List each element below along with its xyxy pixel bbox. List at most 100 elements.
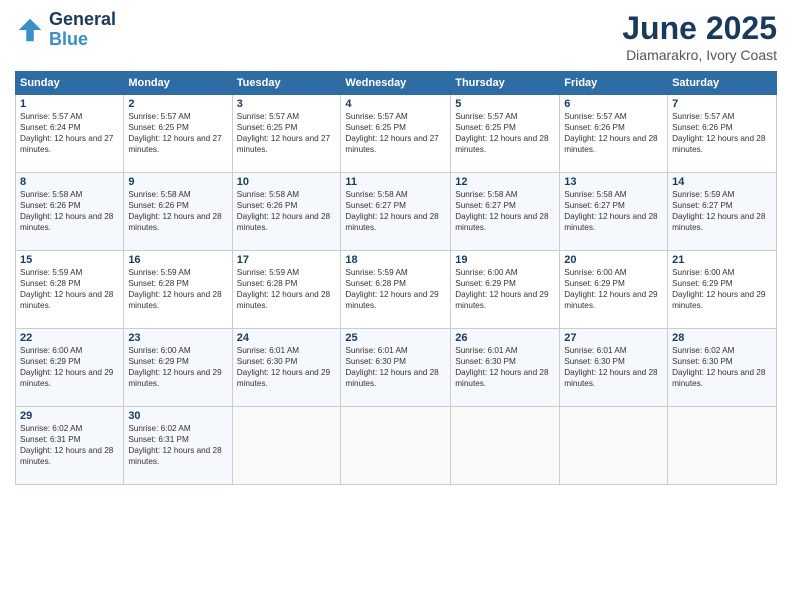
day-info: Sunrise: 5:59 AM Sunset: 6:28 PM Dayligh… xyxy=(20,267,119,311)
location: Diamarakro, Ivory Coast xyxy=(622,47,777,63)
day-number: 28 xyxy=(672,332,772,344)
day-cell-12: 12 Sunrise: 5:58 AM Sunset: 6:27 PM Dayl… xyxy=(451,173,560,251)
day-number: 8 xyxy=(20,176,119,188)
day-number: 6 xyxy=(564,98,663,110)
day-info: Sunrise: 6:00 AM Sunset: 6:29 PM Dayligh… xyxy=(128,345,227,389)
day-number: 9 xyxy=(128,176,227,188)
calendar-row-2: 8 Sunrise: 5:58 AM Sunset: 6:26 PM Dayli… xyxy=(16,173,777,251)
logo-text: General Blue xyxy=(49,10,116,50)
day-info: Sunrise: 6:00 AM Sunset: 6:29 PM Dayligh… xyxy=(564,267,663,311)
day-cell-22: 22 Sunrise: 6:00 AM Sunset: 6:29 PM Dayl… xyxy=(16,329,124,407)
day-number: 20 xyxy=(564,254,663,266)
day-cell-29: 29 Sunrise: 6:02 AM Sunset: 6:31 PM Dayl… xyxy=(16,407,124,485)
day-number: 7 xyxy=(672,98,772,110)
day-cell-8: 8 Sunrise: 5:58 AM Sunset: 6:26 PM Dayli… xyxy=(16,173,124,251)
day-info: Sunrise: 5:57 AM Sunset: 6:25 PM Dayligh… xyxy=(128,111,227,155)
day-number: 11 xyxy=(345,176,446,188)
day-number: 16 xyxy=(128,254,227,266)
day-info: Sunrise: 5:57 AM Sunset: 6:24 PM Dayligh… xyxy=(20,111,119,155)
day-cell-28: 28 Sunrise: 6:02 AM Sunset: 6:30 PM Dayl… xyxy=(668,329,777,407)
day-cell-25: 25 Sunrise: 6:01 AM Sunset: 6:30 PM Dayl… xyxy=(341,329,451,407)
day-cell-17: 17 Sunrise: 5:59 AM Sunset: 6:28 PM Dayl… xyxy=(232,251,341,329)
day-cell-9: 9 Sunrise: 5:58 AM Sunset: 6:26 PM Dayli… xyxy=(124,173,232,251)
empty-cell xyxy=(232,407,341,485)
day-cell-16: 16 Sunrise: 5:59 AM Sunset: 6:28 PM Dayl… xyxy=(124,251,232,329)
day-number: 29 xyxy=(20,410,119,422)
day-cell-27: 27 Sunrise: 6:01 AM Sunset: 6:30 PM Dayl… xyxy=(560,329,668,407)
day-number: 4 xyxy=(345,98,446,110)
day-number: 22 xyxy=(20,332,119,344)
day-info: Sunrise: 5:59 AM Sunset: 6:28 PM Dayligh… xyxy=(345,267,446,311)
day-cell-30: 30 Sunrise: 6:02 AM Sunset: 6:31 PM Dayl… xyxy=(124,407,232,485)
day-cell-21: 21 Sunrise: 6:00 AM Sunset: 6:29 PM Dayl… xyxy=(668,251,777,329)
day-cell-1: 1 Sunrise: 5:57 AM Sunset: 6:24 PM Dayli… xyxy=(16,95,124,173)
day-info: Sunrise: 5:58 AM Sunset: 6:27 PM Dayligh… xyxy=(345,189,446,233)
day-number: 12 xyxy=(455,176,555,188)
calendar-header-row: Sunday Monday Tuesday Wednesday Thursday… xyxy=(16,72,777,95)
calendar-row-4: 22 Sunrise: 6:00 AM Sunset: 6:29 PM Dayl… xyxy=(16,329,777,407)
day-info: Sunrise: 5:59 AM Sunset: 6:28 PM Dayligh… xyxy=(237,267,337,311)
day-cell-2: 2 Sunrise: 5:57 AM Sunset: 6:25 PM Dayli… xyxy=(124,95,232,173)
day-info: Sunrise: 5:57 AM Sunset: 6:25 PM Dayligh… xyxy=(345,111,446,155)
logo-icon xyxy=(15,15,45,45)
calendar-table: Sunday Monday Tuesday Wednesday Thursday… xyxy=(15,71,777,485)
day-number: 10 xyxy=(237,176,337,188)
empty-cell xyxy=(668,407,777,485)
day-cell-3: 3 Sunrise: 5:57 AM Sunset: 6:25 PM Dayli… xyxy=(232,95,341,173)
col-sunday: Sunday xyxy=(16,72,124,95)
col-tuesday: Tuesday xyxy=(232,72,341,95)
day-info: Sunrise: 5:58 AM Sunset: 6:27 PM Dayligh… xyxy=(455,189,555,233)
calendar-row-1: 1 Sunrise: 5:57 AM Sunset: 6:24 PM Dayli… xyxy=(16,95,777,173)
col-monday: Monday xyxy=(124,72,232,95)
day-number: 30 xyxy=(128,410,227,422)
day-cell-26: 26 Sunrise: 6:01 AM Sunset: 6:30 PM Dayl… xyxy=(451,329,560,407)
day-info: Sunrise: 6:01 AM Sunset: 6:30 PM Dayligh… xyxy=(564,345,663,389)
day-info: Sunrise: 6:00 AM Sunset: 6:29 PM Dayligh… xyxy=(672,267,772,311)
page: General Blue June 2025 Diamarakro, Ivory… xyxy=(0,0,792,612)
logo: General Blue xyxy=(15,10,116,50)
day-cell-19: 19 Sunrise: 6:00 AM Sunset: 6:29 PM Dayl… xyxy=(451,251,560,329)
empty-cell xyxy=(341,407,451,485)
calendar-row-3: 15 Sunrise: 5:59 AM Sunset: 6:28 PM Dayl… xyxy=(16,251,777,329)
title-section: June 2025 Diamarakro, Ivory Coast xyxy=(622,10,777,63)
calendar-row-5: 29 Sunrise: 6:02 AM Sunset: 6:31 PM Dayl… xyxy=(16,407,777,485)
col-friday: Friday xyxy=(560,72,668,95)
day-cell-6: 6 Sunrise: 5:57 AM Sunset: 6:26 PM Dayli… xyxy=(560,95,668,173)
day-cell-7: 7 Sunrise: 5:57 AM Sunset: 6:26 PM Dayli… xyxy=(668,95,777,173)
month-title: June 2025 xyxy=(622,10,777,47)
day-cell-23: 23 Sunrise: 6:00 AM Sunset: 6:29 PM Dayl… xyxy=(124,329,232,407)
col-saturday: Saturday xyxy=(668,72,777,95)
day-cell-11: 11 Sunrise: 5:58 AM Sunset: 6:27 PM Dayl… xyxy=(341,173,451,251)
day-number: 14 xyxy=(672,176,772,188)
day-cell-10: 10 Sunrise: 5:58 AM Sunset: 6:26 PM Dayl… xyxy=(232,173,341,251)
day-info: Sunrise: 5:57 AM Sunset: 6:26 PM Dayligh… xyxy=(672,111,772,155)
empty-cell xyxy=(560,407,668,485)
empty-cell xyxy=(451,407,560,485)
day-info: Sunrise: 5:58 AM Sunset: 6:27 PM Dayligh… xyxy=(564,189,663,233)
day-cell-15: 15 Sunrise: 5:59 AM Sunset: 6:28 PM Dayl… xyxy=(16,251,124,329)
day-number: 1 xyxy=(20,98,119,110)
day-info: Sunrise: 6:02 AM Sunset: 6:31 PM Dayligh… xyxy=(128,423,227,467)
day-cell-4: 4 Sunrise: 5:57 AM Sunset: 6:25 PM Dayli… xyxy=(341,95,451,173)
day-number: 18 xyxy=(345,254,446,266)
day-info: Sunrise: 5:59 AM Sunset: 6:27 PM Dayligh… xyxy=(672,189,772,233)
header: General Blue June 2025 Diamarakro, Ivory… xyxy=(15,10,777,63)
day-number: 3 xyxy=(237,98,337,110)
day-cell-18: 18 Sunrise: 5:59 AM Sunset: 6:28 PM Dayl… xyxy=(341,251,451,329)
day-number: 27 xyxy=(564,332,663,344)
day-number: 17 xyxy=(237,254,337,266)
day-info: Sunrise: 5:59 AM Sunset: 6:28 PM Dayligh… xyxy=(128,267,227,311)
day-info: Sunrise: 6:00 AM Sunset: 6:29 PM Dayligh… xyxy=(20,345,119,389)
day-number: 21 xyxy=(672,254,772,266)
day-info: Sunrise: 6:01 AM Sunset: 6:30 PM Dayligh… xyxy=(455,345,555,389)
day-info: Sunrise: 6:01 AM Sunset: 6:30 PM Dayligh… xyxy=(345,345,446,389)
day-cell-5: 5 Sunrise: 5:57 AM Sunset: 6:25 PM Dayli… xyxy=(451,95,560,173)
day-number: 13 xyxy=(564,176,663,188)
day-info: Sunrise: 5:58 AM Sunset: 6:26 PM Dayligh… xyxy=(20,189,119,233)
day-cell-13: 13 Sunrise: 5:58 AM Sunset: 6:27 PM Dayl… xyxy=(560,173,668,251)
day-number: 2 xyxy=(128,98,227,110)
day-info: Sunrise: 5:58 AM Sunset: 6:26 PM Dayligh… xyxy=(128,189,227,233)
day-number: 15 xyxy=(20,254,119,266)
day-info: Sunrise: 6:00 AM Sunset: 6:29 PM Dayligh… xyxy=(455,267,555,311)
day-cell-14: 14 Sunrise: 5:59 AM Sunset: 6:27 PM Dayl… xyxy=(668,173,777,251)
